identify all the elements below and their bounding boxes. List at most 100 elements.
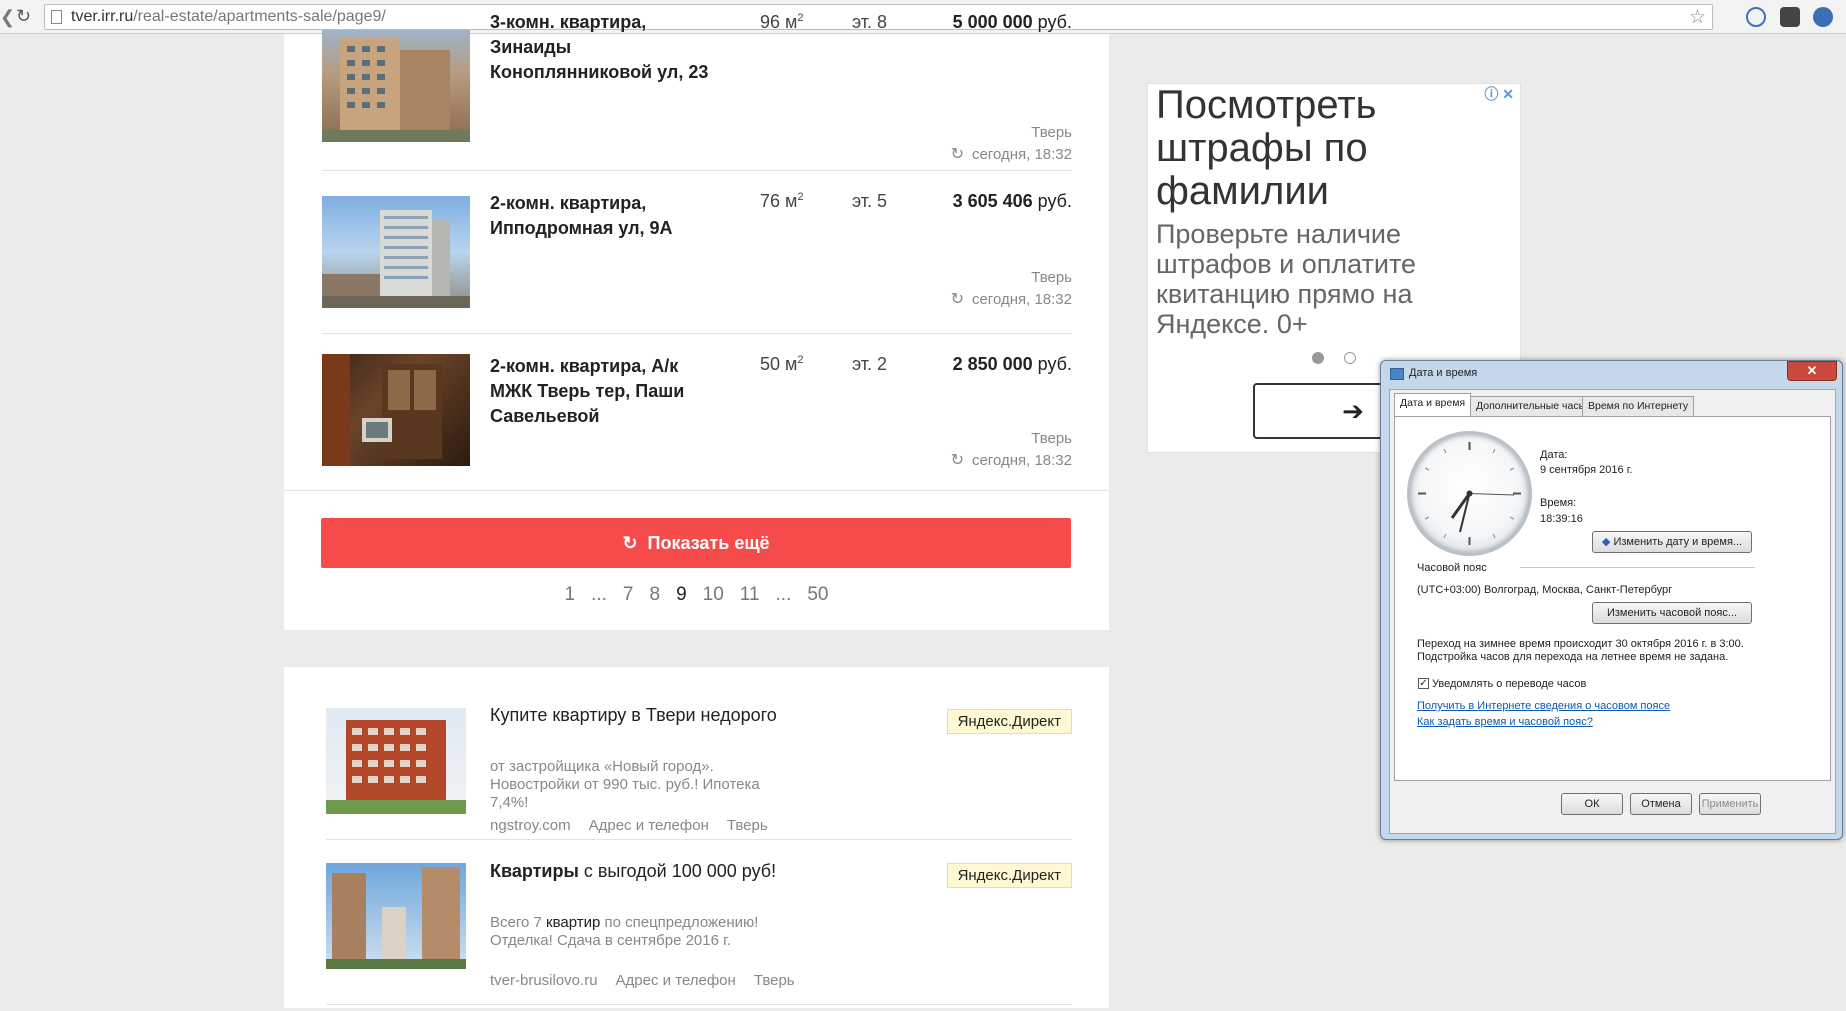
page-link[interactable]: 7 <box>623 584 634 606</box>
dst-info-line-1: Переход на зимнее время происходит 30 ок… <box>1417 638 1744 650</box>
pagination: 1... 7 8 9 10 11... 50 <box>284 584 1109 614</box>
ad-city: Тверь <box>726 817 768 834</box>
apply-button[interactable]: Применить <box>1699 793 1761 815</box>
ad-footer: tver-brusilovo.ru Адрес и телефон Тверь <box>490 972 813 989</box>
ok-button[interactable]: ОК <box>1561 793 1623 815</box>
page-link[interactable]: 10 <box>703 584 724 606</box>
time-label: Время: <box>1540 497 1577 509</box>
change-datetime-button[interactable]: ◆ Изменить дату и время... <box>1592 531 1752 553</box>
divider <box>326 1004 1072 1005</box>
listing-updated: ↻ сегодня, 18:32 <box>950 146 1072 163</box>
listing-city: Тверь <box>1031 430 1072 447</box>
direct-ad[interactable]: Квартиры с выгодой 100 000 руб! Всего 7 … <box>326 841 1072 1011</box>
carousel-dot[interactable] <box>1344 352 1356 364</box>
ad-description: от застройщика «Новый город». Новостройк… <box>490 758 760 811</box>
listing-area: 96 м2 <box>760 12 804 32</box>
yandex-direct-card: Купите квартиру в Твери недорого от заст… <box>284 667 1109 1008</box>
change-timezone-button[interactable]: Изменить часовой пояс... <box>1592 602 1752 624</box>
extension-screenshot-icon[interactable] <box>1780 7 1800 27</box>
ad-city: Тверь <box>753 972 795 989</box>
calendar-icon <box>1390 368 1404 380</box>
page-link[interactable]: 11 <box>740 584 760 606</box>
listing-row[interactable]: 2-комн. квартира, Ипподромная ул, 9А 76 … <box>322 171 1072 334</box>
divider <box>284 490 1109 491</box>
notify-checkbox-label[interactable]: Уведомлять о переводе часов <box>1432 678 1586 690</box>
listing-updated: ↻ сегодня, 18:32 <box>950 452 1072 469</box>
dialog-title: Дата и время <box>1409 367 1478 379</box>
listing-floor: эт. 5 <box>852 191 888 211</box>
ad-title[interactable]: Купите квартиру в Твери недорого <box>490 703 790 728</box>
page-link[interactable]: 50 <box>807 584 828 606</box>
pagination-ellipsis: ... <box>775 584 792 605</box>
close-icon[interactable]: ✕ <box>1787 361 1837 381</box>
how-to-set-time-link[interactable]: Как задать время и часовой пояс? <box>1417 716 1593 728</box>
ad-domain[interactable]: tver-brusilovo.ru <box>490 972 598 989</box>
listing-price: 3 605 406 руб. <box>952 191 1072 211</box>
ad-description: Всего 7 квартир по спецпредложению! Отде… <box>490 914 759 949</box>
pagination-ellipsis: ... <box>591 584 607 605</box>
listing-title[interactable]: 2-комн. квартира, А/к МЖК Тверь тер, Паш… <box>490 354 720 429</box>
listing-floor: эт. 8 <box>852 12 888 32</box>
dst-info-line-2: Подстройка часов для перехода на летнее … <box>1417 651 1729 663</box>
page-link[interactable]: 9 <box>676 584 687 606</box>
ad-footer: ngstroy.com Адрес и телефон Тверь <box>490 817 786 834</box>
listing-photo[interactable] <box>322 30 470 142</box>
listing-price: 2 850 000 руб. <box>952 354 1072 374</box>
listing-row[interactable]: 2-комн. квартира, А/к МЖК Тверь тер, Паш… <box>322 334 1072 497</box>
shield-icon: ◆ <box>1601 536 1611 548</box>
refresh-icon: ↻ <box>622 533 638 553</box>
listing-city: Тверь <box>1031 269 1072 286</box>
carousel-dot-active[interactable] <box>1312 352 1324 364</box>
refresh-icon: ↻ <box>950 146 964 163</box>
listing-area: 50 м2 <box>760 354 804 374</box>
tab-date-time[interactable]: Дата и время <box>1394 393 1472 417</box>
reload-icon[interactable]: ↻ <box>16 6 31 27</box>
listing-floor: эт. 2 <box>852 354 888 374</box>
yandex-direct-badge[interactable]: Яндекс.Директ <box>946 709 1072 734</box>
time-value: 18:39:16 <box>1540 513 1583 525</box>
listing-area: 76 м2 <box>760 191 804 211</box>
ad-photo[interactable] <box>326 708 466 814</box>
ad-title[interactable]: Квартиры с выгодой 100 000 руб! <box>490 859 820 884</box>
page-link[interactable]: 1 <box>564 584 575 606</box>
ad-headline[interactable]: Посмотреть штрафы по фамилии <box>1156 84 1516 213</box>
listing-title[interactable]: 2-комн. квартира, Ипподромная ул, 9А <box>490 191 710 241</box>
direct-ad[interactable]: Купите квартиру в Твери недорого от заст… <box>326 685 1072 855</box>
show-more-button[interactable]: ↻ Показать ещё <box>321 518 1071 568</box>
arrow-left-icon[interactable]: ❮ <box>0 7 12 28</box>
timezone-section-label: Часовой пояс <box>1417 562 1487 574</box>
ad-domain[interactable]: ngstroy.com <box>490 817 571 834</box>
timezone-info-link[interactable]: Получить в Интернете сведения о часовом … <box>1417 700 1670 712</box>
ad-contacts-link[interactable]: Адрес и телефон <box>616 972 736 989</box>
tab-panel: Дата: 9 сентября 2016 г. Время: 18:39:16… <box>1394 416 1831 781</box>
extension-cloud-icon[interactable] <box>1746 7 1766 27</box>
listing-photo[interactable] <box>322 354 470 466</box>
listing-city: Тверь <box>1031 124 1072 141</box>
divider <box>326 839 1072 840</box>
datetime-dialog: Дата и время ✕ Дата и время Дополнительн… <box>1380 360 1843 840</box>
divider <box>1520 567 1755 568</box>
tab-additional-clocks[interactable]: Дополнительные часы <box>1470 396 1593 416</box>
refresh-icon: ↻ <box>950 452 964 469</box>
tab-internet-time[interactable]: Время по Интернету <box>1582 396 1695 416</box>
listing-row[interactable]: 3-комн. квартира, Зинаиды Коноплянниково… <box>322 8 1072 171</box>
ad-body: Проверьте наличие штрафов и оплатите кви… <box>1156 219 1417 339</box>
page-icon <box>51 10 62 24</box>
listing-photo[interactable] <box>322 196 470 308</box>
notify-checkbox[interactable]: ✓ <box>1418 678 1429 689</box>
extension-user-icon[interactable] <box>1813 7 1833 27</box>
refresh-icon: ↻ <box>950 291 964 308</box>
timezone-value: (UTC+03:00) Волгоград, Москва, Санкт-Пет… <box>1417 584 1673 596</box>
page-link[interactable]: 8 <box>649 584 660 606</box>
listing-updated: ↻ сегодня, 18:32 <box>950 291 1072 308</box>
dialog-body: Дата и время Дополнительные часы Время п… <box>1389 389 1836 834</box>
listings-card: 3-комн. квартира, Зинаиды Коноплянниково… <box>284 12 1109 630</box>
listing-title[interactable]: 3-комн. квартира, Зинаиды Коноплянниково… <box>490 10 710 85</box>
yandex-direct-badge[interactable]: Яндекс.Директ <box>946 863 1072 888</box>
cancel-button[interactable]: Отмена <box>1630 793 1692 815</box>
ad-contacts-link[interactable]: Адрес и телефон <box>589 817 709 834</box>
star-icon[interactable]: ☆ <box>1689 6 1706 29</box>
ad-photo[interactable] <box>326 863 466 969</box>
listing-price: 5 000 000 руб. <box>952 12 1072 32</box>
analog-clock <box>1407 431 1532 556</box>
